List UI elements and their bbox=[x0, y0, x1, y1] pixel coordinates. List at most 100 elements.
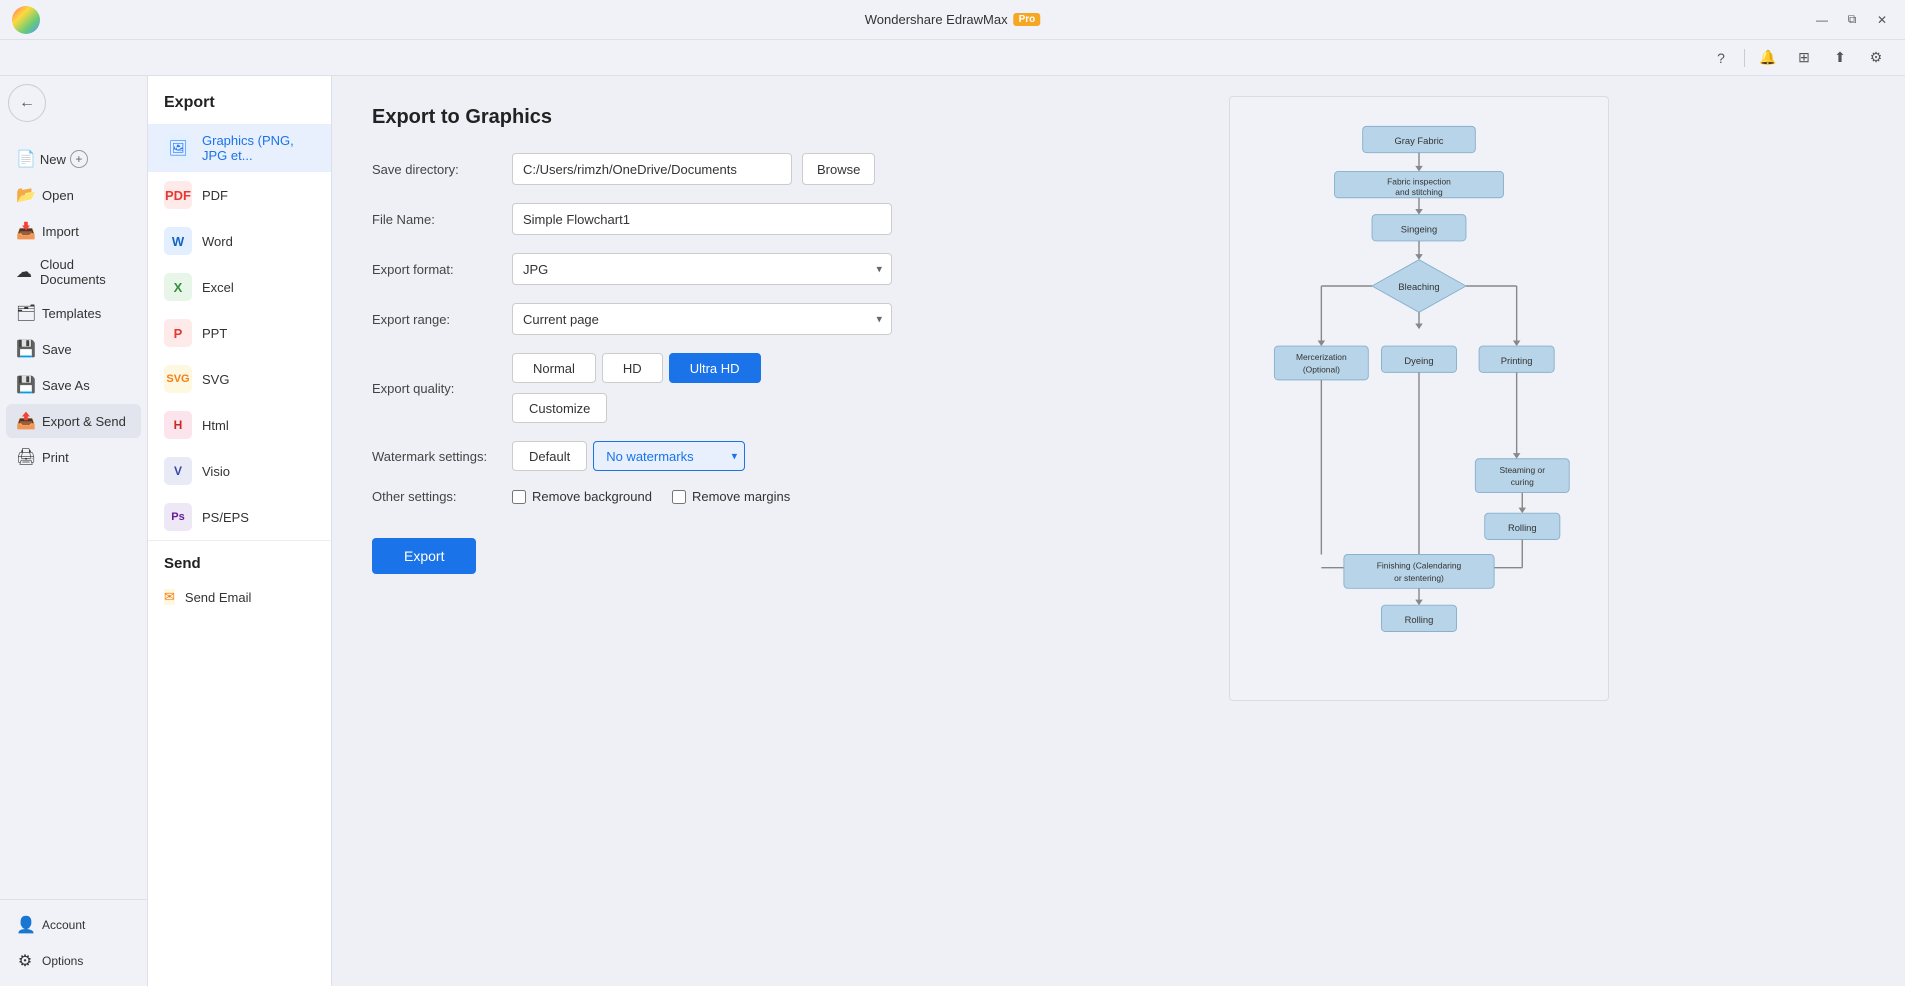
watermark-default-button[interactable]: Default bbox=[512, 441, 587, 471]
html-label: Html bbox=[202, 418, 229, 433]
sidebar-item-print[interactable]: 🖨 Print bbox=[6, 440, 141, 474]
export-item-html[interactable]: H Html bbox=[148, 402, 331, 448]
open-icon: 📂 bbox=[16, 185, 34, 205]
export-button[interactable]: Export bbox=[372, 538, 476, 574]
document-icon: 📄 bbox=[16, 149, 36, 169]
save-label: Save bbox=[42, 342, 72, 357]
export-item-graphics[interactable]: 🖼 Graphics (PNG, JPG et... bbox=[148, 124, 331, 172]
sidebar-item-cloud[interactable]: ☁ Cloud Documents bbox=[6, 250, 141, 294]
settings-icon[interactable]: ⚙ bbox=[1863, 45, 1889, 71]
sidebar-item-save[interactable]: 💾 Save bbox=[6, 332, 141, 366]
share-icon[interactable]: ⬆ bbox=[1827, 45, 1853, 71]
export-range-select[interactable]: Current page All pages Selected page bbox=[512, 303, 892, 335]
visio-icon: V bbox=[164, 457, 192, 485]
watermark-select-wrapper: No watermarks Default watermark Custom w… bbox=[593, 441, 745, 471]
saveas-icon: 💾 bbox=[16, 375, 34, 395]
svg-text:Singeing: Singeing bbox=[1400, 224, 1437, 234]
export-item-ps[interactable]: Ps PS/EPS bbox=[148, 494, 331, 540]
minimize-button[interactable]: — bbox=[1811, 9, 1833, 31]
svg-text:Gray Fabric: Gray Fabric bbox=[1394, 136, 1443, 146]
print-label: Print bbox=[42, 450, 69, 465]
sidebar-top: ← bbox=[0, 76, 147, 138]
sidebar: ← 📄 New + 📂 Open 📥 Import ☁ Cloud Docume… bbox=[0, 76, 148, 986]
pdf-label: PDF bbox=[202, 188, 228, 203]
remove-background-text: Remove background bbox=[532, 489, 652, 504]
export-item-svg[interactable]: SVG SVG bbox=[148, 356, 331, 402]
avatar[interactable] bbox=[12, 6, 40, 34]
svg-label: SVG bbox=[202, 372, 229, 387]
templates-label: Templates bbox=[42, 306, 101, 321]
watermark-group: Default No watermarks Default watermark … bbox=[512, 441, 892, 471]
notification-icon[interactable]: 🔔 bbox=[1755, 45, 1781, 71]
svg-text:curing: curing bbox=[1510, 477, 1533, 487]
sidebar-item-import[interactable]: 📥 Import bbox=[6, 214, 141, 248]
save-directory-input[interactable] bbox=[512, 153, 792, 185]
export-panel: Export 🖼 Graphics (PNG, JPG et... PDF PD… bbox=[148, 76, 332, 986]
new-label: New bbox=[40, 152, 66, 167]
svg-text:Bleaching: Bleaching bbox=[1398, 282, 1439, 292]
watermark-row: Watermark settings: Default No watermark… bbox=[372, 441, 892, 471]
export-item-visio[interactable]: V Visio bbox=[148, 448, 331, 494]
export-section-title: Export bbox=[148, 76, 331, 124]
svg-text:Rolling: Rolling bbox=[1507, 523, 1536, 533]
send-section-title: Send bbox=[148, 540, 331, 580]
browse-button[interactable]: Browse bbox=[802, 153, 875, 185]
watermark-select[interactable]: No watermarks Default watermark Custom w… bbox=[593, 441, 745, 471]
plus-icon[interactable]: + bbox=[70, 150, 88, 168]
ps-icon: Ps bbox=[164, 503, 192, 531]
remove-background-checkbox[interactable] bbox=[512, 490, 526, 504]
sidebar-item-export[interactable]: 📤 Export & Send bbox=[6, 404, 141, 438]
sidebar-item-account[interactable]: 👤 Account bbox=[6, 908, 141, 942]
svg-text:Finishing (Calendaring: Finishing (Calendaring bbox=[1376, 561, 1461, 571]
main-content: Export to Graphics Save directory: Brows… bbox=[332, 76, 1905, 986]
close-button[interactable]: ✕ bbox=[1871, 9, 1893, 31]
customize-button[interactable]: Customize bbox=[512, 393, 607, 423]
export-quality-row: Export quality: Normal HD Ultra HD Custo… bbox=[372, 353, 892, 423]
toolbar: ? 🔔 ⊞ ⬆ ⚙ bbox=[0, 40, 1905, 76]
remove-margins-checkbox[interactable] bbox=[672, 490, 686, 504]
other-settings-group: Remove background Remove margins bbox=[512, 489, 892, 504]
export-item-pdf[interactable]: PDF PDF bbox=[148, 172, 331, 218]
sidebar-item-new[interactable]: 📄 New + bbox=[6, 142, 141, 176]
other-settings-row: Other settings: Remove background Remove… bbox=[372, 489, 892, 504]
other-settings-label: Other settings: bbox=[372, 489, 502, 504]
maximize-button[interactable]: ⧉ bbox=[1841, 9, 1863, 31]
export-label: Export & Send bbox=[42, 414, 126, 429]
visio-label: Visio bbox=[202, 464, 230, 479]
export-item-ppt[interactable]: P PPT bbox=[148, 310, 331, 356]
sidebar-item-open[interactable]: 📂 Open bbox=[6, 178, 141, 212]
import-icon: 📥 bbox=[16, 221, 34, 241]
export-format-select[interactable]: JPG PNG BMP SVG bbox=[512, 253, 892, 285]
sidebar-item-saveas[interactable]: 💾 Save As bbox=[6, 368, 141, 402]
quality-normal-button[interactable]: Normal bbox=[512, 353, 596, 383]
back-button[interactable]: ← bbox=[8, 84, 46, 122]
ppt-icon: P bbox=[164, 319, 192, 347]
remove-margins-label[interactable]: Remove margins bbox=[672, 489, 790, 504]
tools-icon[interactable]: ⊞ bbox=[1791, 45, 1817, 71]
send-item-email[interactable]: ✉ Send Email bbox=[148, 580, 331, 614]
export-range-label: Export range: bbox=[372, 312, 502, 327]
email-label: Send Email bbox=[185, 590, 251, 605]
export-item-excel[interactable]: X Excel bbox=[148, 264, 331, 310]
form-title: Export to Graphics bbox=[372, 106, 892, 129]
quality-ultrahd-button[interactable]: Ultra HD bbox=[669, 353, 761, 383]
quality-hd-button[interactable]: HD bbox=[602, 353, 663, 383]
svg-text:or stentering): or stentering) bbox=[1394, 573, 1444, 583]
file-name-input[interactable] bbox=[512, 203, 892, 235]
email-icon: ✉ bbox=[164, 589, 175, 605]
quality-group: Normal HD Ultra HD Customize bbox=[512, 353, 892, 423]
remove-background-label[interactable]: Remove background bbox=[512, 489, 652, 504]
sidebar-item-templates[interactable]: 🗂 Templates bbox=[6, 296, 141, 330]
export-icon: 📤 bbox=[16, 411, 34, 431]
help-icon[interactable]: ? bbox=[1708, 45, 1734, 71]
svg-text:Printing: Printing bbox=[1500, 356, 1532, 366]
sidebar-item-options[interactable]: ⚙ Options bbox=[6, 944, 141, 978]
svg-icon: SVG bbox=[164, 365, 192, 393]
pro-badge: Pro bbox=[1014, 13, 1041, 26]
svg-text:Rolling: Rolling bbox=[1404, 615, 1433, 625]
customize-row: Customize bbox=[512, 393, 892, 423]
svg-text:Steaming or: Steaming or bbox=[1499, 465, 1545, 475]
export-quality-label: Export quality: bbox=[372, 381, 502, 396]
templates-icon: 🗂 bbox=[16, 303, 34, 323]
export-item-word[interactable]: W Word bbox=[148, 218, 331, 264]
